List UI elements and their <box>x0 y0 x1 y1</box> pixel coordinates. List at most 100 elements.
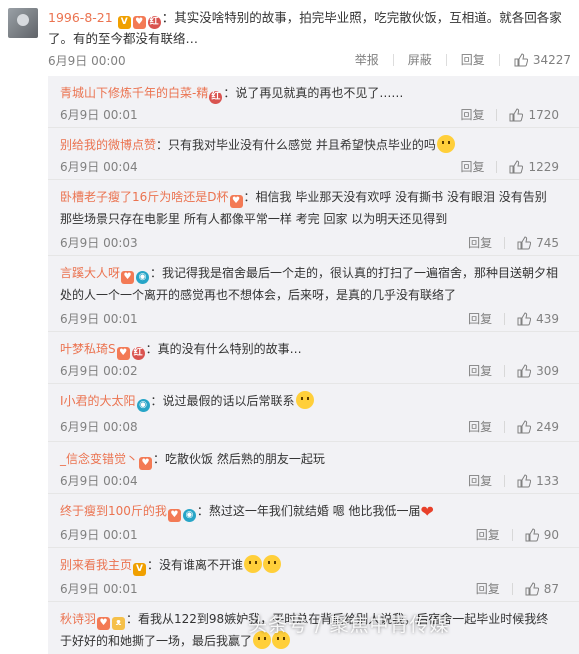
like-button[interactable]: 34227 <box>514 53 571 67</box>
thumbs-up-icon <box>525 527 539 541</box>
reply-text: _信念变错觉丶 ♥ ：吃散伙饭 然后熟的朋友一起玩 <box>60 452 325 470</box>
like-button[interactable]: 1720 <box>509 108 559 122</box>
heart-emoji-icon: ❤ <box>420 502 434 521</box>
main-comment: 1996-8-21 V ♥ 红：其实没啥特别的故事，拍完毕业照，吃完散伙饭，互相道。… <box>0 0 579 76</box>
reply-button[interactable]: 回复 <box>468 418 492 435</box>
hot-badge-icon: ♥ <box>121 271 135 284</box>
camera-badge-icon: ◉ <box>182 509 196 522</box>
reply-button[interactable]: 回复 <box>461 51 485 68</box>
list-item: 青城山下修炼千年的白菜-精红：说了再见就真的再也不见了…… 6月9日 00:01… <box>48 76 579 128</box>
reply-text: I小君的大太阳 ◉ ：说过最假的话以后常联系 <box>60 390 560 412</box>
reply-text: 青城山下修炼千年的白菜-精红：说了再见就真的再也不见了…… <box>60 86 404 104</box>
reply-actions: 回复 745 <box>468 234 559 251</box>
reply-username[interactable]: 秋诗羽 <box>60 612 96 626</box>
list-item: 别给我的微博点赞：只有我对毕业没有什么感觉 并且希望快点毕业的吗 6月9日 00… <box>48 128 579 180</box>
like-button[interactable]: 87 <box>525 582 559 596</box>
reply-time: 6月9日 00:02 <box>60 364 138 378</box>
like-button[interactable]: 249 <box>517 420 559 434</box>
reply-actions: 回复 249 <box>468 418 559 435</box>
hot-badge-icon: ♥ <box>139 457 153 470</box>
list-item: 叶梦私琦S ♥ 红：真的没有什么特别的故事… 6月9日 00:02 回复 309 <box>48 332 579 384</box>
reply-button[interactable]: 回复 <box>460 158 484 175</box>
reply-text: 终于瘦到100斤的我 ♥ ◉ ：熬过这一年我们就结婚 嗯 他比我低一届❤ <box>60 502 434 522</box>
divider <box>504 236 506 249</box>
reply-actions: 回复 1720 <box>460 106 559 123</box>
reply-actions: 回复 309 <box>468 362 559 379</box>
list-item: _信念变错觉丶 ♥ ：吃散伙饭 然后熟的朋友一起玩 6月9日 00:04 回复 13… <box>48 442 579 494</box>
reply-username[interactable]: 言蹊大人呀 <box>60 266 120 280</box>
block-button[interactable]: 屏蔽 <box>408 51 432 68</box>
reply-text: 别来看我主页 V ：没有谁离不开谁 <box>60 554 560 576</box>
reply-actions: 回复 90 <box>476 526 559 543</box>
reply-time: 6月9日 00:04 <box>60 160 138 174</box>
reply-username[interactable]: I小君的大太阳 <box>60 394 136 408</box>
divider <box>504 364 506 377</box>
hot-badge-icon: ♥ <box>116 347 130 360</box>
like-button[interactable]: 133 <box>517 474 559 488</box>
like-button[interactable]: 90 <box>525 528 559 542</box>
surprised-emoji-icon <box>244 555 263 573</box>
thumbs-up-icon <box>525 581 539 595</box>
reply-time: 6月9日 00:01 <box>60 582 138 596</box>
reply-username[interactable]: 卧槽老子瘦了16斤为啥还是D杯 <box>60 190 229 204</box>
reply-username[interactable]: 终于瘦到100斤的我 <box>60 504 167 518</box>
reply-button[interactable]: 回复 <box>468 310 492 327</box>
like-count: 309 <box>536 363 559 378</box>
cat-badge-icon: ᴥ <box>112 617 126 630</box>
red-badge-icon: 红 <box>131 347 145 360</box>
thumbs-up-icon <box>517 235 532 249</box>
reply-text: 言蹊大人呀 ♥ ◉ ：我记得我是宿舍最后一个走的，很认真的打扫了一遍宿舍，那种目送朝夕… <box>60 266 559 302</box>
surprised-emoji-icon <box>263 555 282 573</box>
like-count: 249 <box>536 419 559 434</box>
reply-text: 卧槽老子瘦了16斤为啥还是D杯 ♥ ：相信我 毕业那天没有欢呼 没有撕书 没有眼泪 … <box>60 190 547 226</box>
like-button[interactable]: 439 <box>517 312 559 326</box>
hot-badge-icon: ♥ <box>132 16 146 29</box>
thumbs-up-icon <box>517 363 532 377</box>
red-badge-icon: 红 <box>209 91 223 104</box>
like-count: 90 <box>543 527 559 542</box>
like-button[interactable]: 309 <box>517 364 559 378</box>
reply-username[interactable]: 叶梦私琦S <box>60 342 116 356</box>
reply-button[interactable]: 回复 <box>468 234 492 251</box>
list-item: I小君的大太阳 ◉ ：说过最假的话以后常联系 6月9日 00:08 回复 249 <box>48 384 579 442</box>
reply-time: 6月9日 00:08 <box>60 420 138 434</box>
like-count: 87 <box>543 581 559 596</box>
thumbs-up-icon <box>517 311 532 325</box>
reply-button[interactable]: 回复 <box>460 106 484 123</box>
reply-username[interactable]: 别给我的微博点赞 <box>60 138 156 152</box>
like-count: 745 <box>536 235 559 250</box>
reply-username[interactable]: 青城山下修炼千年的白菜-精 <box>60 86 208 100</box>
reply-text: 叶梦私琦S ♥ 红：真的没有什么特别的故事… <box>60 342 302 360</box>
avatar[interactable] <box>8 8 38 38</box>
thumbs-up-icon <box>509 159 524 173</box>
reply-actions: 回复 1229 <box>460 158 559 175</box>
reply-button[interactable]: 回复 <box>476 580 500 597</box>
reply-time: 6月9日 00:01 <box>60 108 138 122</box>
divider <box>445 53 447 66</box>
camera-badge-icon: ◉ <box>136 399 150 412</box>
like-button[interactable]: 745 <box>517 236 559 250</box>
list-item: 言蹊大人呀 ♥ ◉ ：我记得我是宿舍最后一个走的，很认真的打扫了一遍宿舍，那种目送朝夕… <box>48 256 579 332</box>
divider <box>504 312 506 325</box>
reply-time: 6月9日 00:01 <box>60 528 138 542</box>
main-comment-actions: 举报 屏蔽 回复 34227 <box>355 51 571 68</box>
reply-button[interactable]: 回复 <box>468 472 492 489</box>
list-item: 终于瘦到100斤的我 ♥ ◉ ：熬过这一年我们就结婚 嗯 他比我低一届❤ 6月9日 0… <box>48 494 579 548</box>
reply-button[interactable]: 回复 <box>476 526 500 543</box>
red-badge-icon: 红 <box>147 16 161 29</box>
main-comment-username[interactable]: 1996-8-21 <box>48 10 113 25</box>
like-count: 1720 <box>528 107 559 122</box>
like-button[interactable]: 1229 <box>509 160 559 174</box>
reply-username[interactable]: _信念变错觉丶 <box>60 452 138 466</box>
reply-username[interactable]: 别来看我主页 <box>60 558 132 572</box>
report-button[interactable]: 举报 <box>355 51 379 68</box>
main-comment-time: 6月9日 00:00 <box>48 54 126 68</box>
watermark: 头条号 / 聚焦中青传媒 <box>248 614 450 636</box>
reply-button[interactable]: 回复 <box>468 362 492 379</box>
reply-text: 别给我的微博点赞：只有我对毕业没有什么感觉 并且希望快点毕业的吗 <box>60 134 560 156</box>
smirk-emoji-icon <box>295 391 314 409</box>
thumbs-up-icon <box>509 107 524 121</box>
thumbs-up-icon <box>517 473 532 487</box>
reply-time: 6月9日 00:03 <box>60 236 138 250</box>
hot-badge-icon: ♥ <box>229 195 243 208</box>
